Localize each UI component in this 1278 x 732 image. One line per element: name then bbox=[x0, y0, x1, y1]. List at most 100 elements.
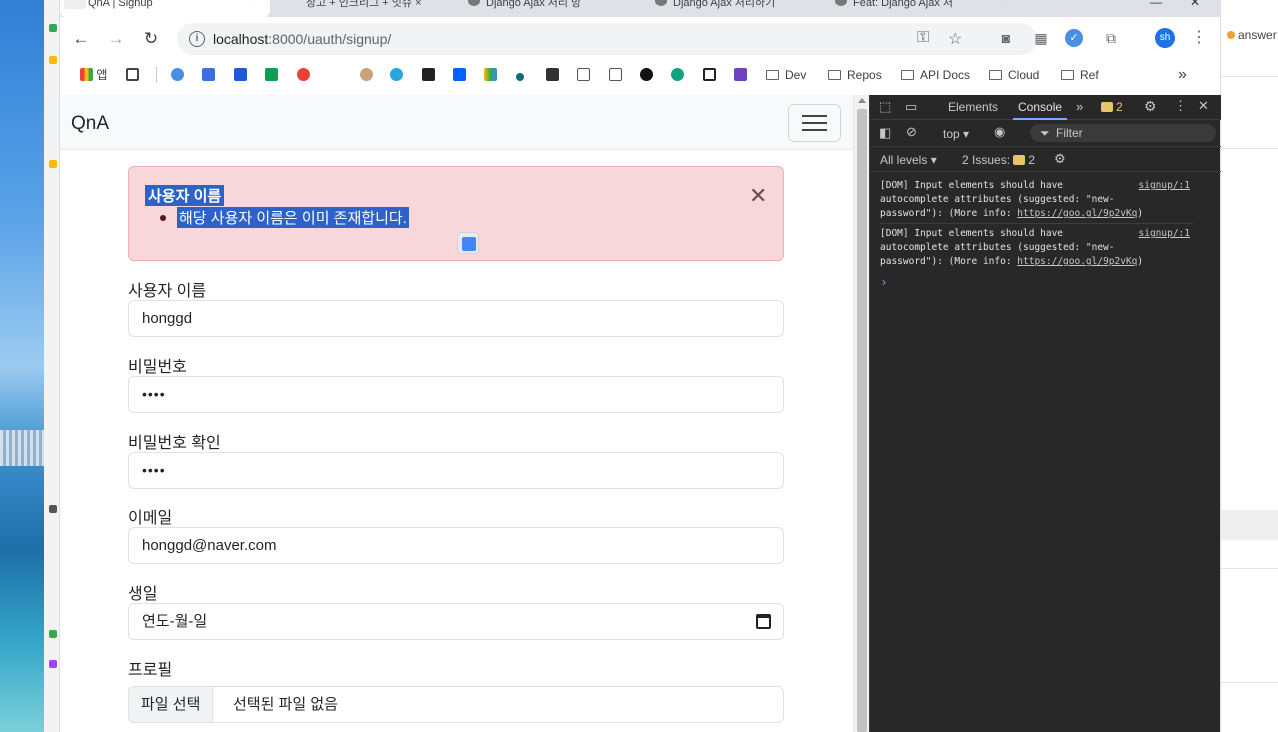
bookmark-star-icon[interactable]: ☆ bbox=[948, 29, 962, 49]
profile-avatar[interactable]: sh bbox=[1155, 28, 1175, 48]
scroll-up-icon[interactable] bbox=[858, 98, 866, 103]
app-icon bbox=[49, 630, 57, 638]
bookmark-6[interactable] bbox=[360, 67, 373, 83]
console-filter-input[interactable]: ⏷ Filter bbox=[1030, 124, 1216, 142]
extension-icon[interactable]: ▦ bbox=[1030, 27, 1052, 49]
alert-message: 해당 사용자 이름은 이미 존재합니다. bbox=[177, 207, 409, 228]
tab-signup[interactable]: QnA | Signup✕ bbox=[60, 0, 270, 17]
navbar-toggler-button[interactable] bbox=[788, 104, 841, 142]
devtools-menu-icon[interactable]: ⋮ bbox=[1174, 98, 1187, 114]
email-input[interactable]: honggd@naver.com bbox=[128, 527, 784, 564]
choose-file-button[interactable]: 파일 선택 bbox=[129, 687, 214, 722]
devtools-close-icon[interactable]: ✕ bbox=[1198, 98, 1209, 114]
minimize-icon[interactable]: — bbox=[1150, 0, 1162, 9]
folder-icon bbox=[766, 70, 779, 80]
bookmark-7[interactable] bbox=[390, 67, 403, 83]
browser-toolbar: ← → ↻ i localhost:8000/uauth/signup/ ⚿ ☆… bbox=[60, 17, 1220, 61]
message-link[interactable]: https://goo.gl/9p2vKq bbox=[1017, 208, 1137, 219]
extension-check-icon[interactable]: ✓ bbox=[1065, 29, 1083, 47]
issues-badge[interactable]: 2 bbox=[1101, 100, 1123, 114]
tab-4[interactable]: Django Ajax 처리하기 bbox=[645, 0, 820, 17]
console-settings-gear-icon[interactable]: ⚙ bbox=[1054, 151, 1066, 167]
clear-console-icon[interactable]: ⊘ bbox=[906, 124, 917, 140]
calendar-icon[interactable] bbox=[756, 614, 771, 629]
forward-icon[interactable]: → bbox=[104, 27, 128, 51]
alert-close-button[interactable]: ✕ bbox=[749, 183, 767, 209]
tab-close-icon[interactable]: ✕ bbox=[254, 0, 262, 4]
bookmark-8[interactable] bbox=[422, 67, 435, 83]
bookmarks-overflow-icon[interactable]: » bbox=[1178, 67, 1187, 83]
folder-icon bbox=[901, 70, 914, 80]
screenshot-icon[interactable]: ◙ bbox=[995, 27, 1017, 49]
more-tabs-icon[interactable]: » bbox=[1076, 99, 1083, 114]
bookmark-14[interactable] bbox=[609, 67, 622, 83]
back-icon[interactable]: ← bbox=[69, 27, 93, 51]
app-icon bbox=[49, 24, 57, 32]
tab-elements[interactable]: Elements bbox=[948, 100, 998, 114]
message-source-link[interactable]: signup/:1 bbox=[1139, 227, 1190, 241]
site-icon bbox=[703, 68, 716, 81]
github-icon bbox=[835, 0, 847, 6]
password-confirm-input[interactable]: •••• bbox=[128, 452, 784, 489]
hamburger-icon bbox=[802, 115, 827, 117]
tab-3[interactable]: Django Ajax 처리 방 bbox=[458, 0, 638, 17]
menu-kebab-icon[interactable]: ⋮ bbox=[1188, 27, 1210, 49]
extensions-puzzle-icon[interactable]: ⧉ bbox=[1100, 27, 1122, 49]
bookmark-folder-cloud[interactable]: Cloud bbox=[989, 67, 1039, 83]
bookmark-2[interactable] bbox=[202, 67, 215, 83]
bookmark-folder-dev[interactable]: Dev bbox=[766, 67, 806, 83]
bookmark-13[interactable] bbox=[577, 67, 590, 83]
tab-5[interactable]: Feat: Django Ajax 처✕ bbox=[825, 0, 1015, 17]
tab-close-icon[interactable]: ✕ bbox=[999, 0, 1007, 4]
bookmark-4[interactable] bbox=[265, 67, 278, 83]
bookmark-10[interactable] bbox=[484, 67, 497, 83]
close-window-icon[interactable]: ✕ bbox=[1190, 0, 1200, 9]
password-input[interactable]: •••• bbox=[128, 376, 784, 413]
settings-gear-icon[interactable]: ⚙ bbox=[1144, 98, 1157, 115]
site-info-icon[interactable]: i bbox=[189, 31, 205, 47]
bookmark-tabs[interactable] bbox=[126, 67, 139, 83]
message-source-link[interactable]: signup/:1 bbox=[1139, 179, 1190, 193]
log-levels-dropdown[interactable]: All levels ▾ bbox=[880, 153, 937, 167]
bookmark-16[interactable] bbox=[671, 67, 684, 83]
bookmark-18[interactable] bbox=[734, 67, 747, 83]
inspect-element-icon[interactable]: ⬚ bbox=[879, 99, 891, 115]
bookmark-15[interactable] bbox=[640, 67, 653, 83]
calendar-icon bbox=[202, 68, 215, 81]
live-expression-eye-icon[interactable]: ◉ bbox=[994, 124, 1005, 140]
device-toolbar-icon[interactable]: ▭ bbox=[905, 99, 917, 115]
context-selector[interactable]: top ▾ bbox=[943, 127, 969, 141]
bookmark-folder-repos[interactable]: Repos bbox=[828, 67, 882, 83]
bookmark-11[interactable] bbox=[516, 67, 524, 83]
bookmark-apps[interactable]: 앱 bbox=[80, 67, 107, 83]
bookmark-12[interactable] bbox=[546, 67, 559, 83]
google-translate-icon[interactable] bbox=[457, 232, 479, 254]
bookmark-9[interactable] bbox=[453, 67, 466, 83]
profile-file-input[interactable]: 파일 선택 선택된 파일 없음 bbox=[128, 686, 784, 723]
scrollbar-thumb[interactable] bbox=[857, 109, 867, 732]
message-link[interactable]: https://goo.gl/9p2vKq bbox=[1017, 256, 1137, 267]
date-placeholder: 연도-월-일 bbox=[142, 613, 208, 630]
password-key-icon[interactable]: ⚿ bbox=[917, 29, 929, 47]
issues-count[interactable]: 2 Issues: 2 bbox=[962, 153, 1035, 167]
filter-icon: ⏷ bbox=[1040, 126, 1050, 140]
bookmark-17[interactable] bbox=[703, 67, 716, 83]
navbar-brand[interactable]: QnA bbox=[71, 113, 109, 135]
bookmark-1[interactable] bbox=[171, 67, 184, 83]
page-scrollbar[interactable] bbox=[853, 95, 869, 732]
active-tab-indicator bbox=[1013, 118, 1067, 120]
bookmark-5[interactable] bbox=[297, 67, 310, 83]
sidebar-toggle-icon[interactable]: ◧ bbox=[879, 125, 891, 141]
bookmark-folder-ref[interactable]: Ref bbox=[1061, 67, 1099, 83]
username-input[interactable]: honggd bbox=[128, 300, 784, 337]
tab-console[interactable]: Console bbox=[1018, 100, 1062, 114]
console-message: [DOM] Input elements should have autocom… bbox=[880, 179, 1190, 219]
url-text[interactable]: localhost:8000/uauth/signup/ bbox=[213, 31, 391, 47]
birthday-date-input[interactable]: 연도-월-일 bbox=[128, 603, 784, 640]
address-bar[interactable]: i localhost:8000/uauth/signup/ ⚿ ☆ bbox=[177, 23, 1037, 55]
reload-icon[interactable]: ↻ bbox=[139, 27, 163, 51]
tab-2[interactable]: 장고 + 인크리그 + 잇슈 × bbox=[278, 0, 453, 17]
bookmark-3[interactable] bbox=[234, 67, 247, 83]
bookmark-folder-api-docs[interactable]: API Docs bbox=[901, 67, 970, 83]
console-prompt[interactable]: › bbox=[882, 275, 886, 289]
